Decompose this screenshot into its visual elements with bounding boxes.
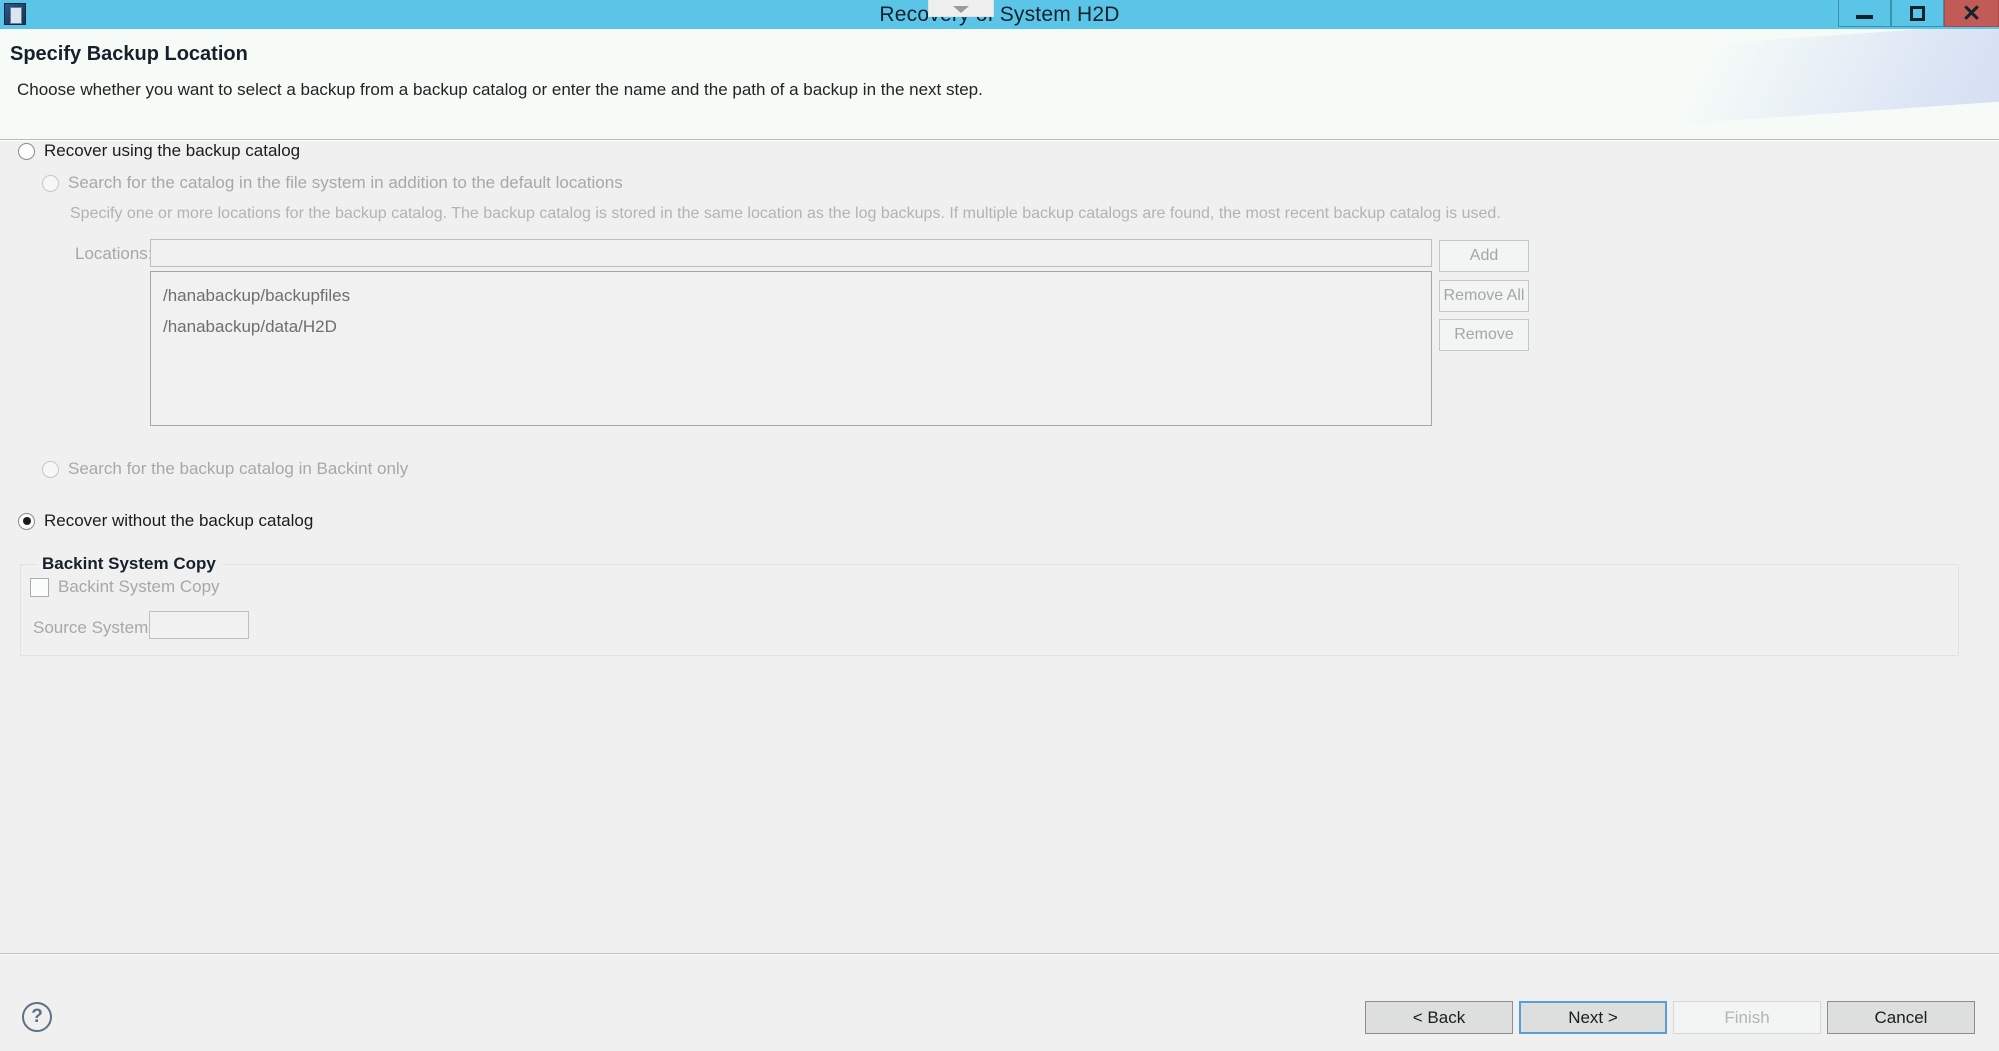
add-location-button[interactable]: Add (1439, 240, 1529, 272)
radio-recover-using-catalog[interactable] (18, 142, 35, 160)
option-recover-using-catalog[interactable]: Recover using the backup catalog (18, 141, 300, 161)
cancel-button[interactable]: Cancel (1827, 1001, 1975, 1034)
wizard-button-bar: < Back Next > Finish Cancel (1365, 1001, 1975, 1034)
radio-search-filesystem[interactable] (42, 174, 59, 192)
page-description: Choose whether you want to select a back… (17, 80, 983, 99)
source-system-label: Source System: (33, 618, 153, 637)
locations-input[interactable] (150, 239, 1432, 267)
wizard-header: Specify Backup Location Choose whether y… (0, 29, 1999, 139)
remove-all-locations-button[interactable]: Remove All (1439, 280, 1529, 312)
option-search-filesystem-label: Search for the catalog in the file syste… (68, 173, 623, 192)
chevron-down-icon (953, 6, 969, 13)
finish-button[interactable]: Finish (1673, 1001, 1821, 1034)
source-system-input[interactable] (149, 611, 249, 639)
radio-search-backint[interactable] (42, 460, 59, 478)
locations-listbox[interactable]: /hanabackup/backupfiles /hanabackup/data… (150, 271, 1432, 426)
minimize-button[interactable] (1838, 0, 1891, 27)
option-recover-without-catalog-label: Recover without the backup catalog (44, 511, 314, 530)
backint-system-copy-checkbox-row[interactable]: Backint System Copy (30, 577, 220, 597)
wizard-body: Recover using the backup catalog Search … (0, 141, 1999, 953)
option-search-filesystem[interactable]: Search for the catalog in the file syste… (42, 173, 623, 193)
option-search-backint[interactable]: Search for the backup catalog in Backint… (42, 459, 408, 479)
radio-recover-without-catalog[interactable] (18, 512, 35, 530)
maximize-icon (1910, 5, 1925, 21)
option-recover-without-catalog[interactable]: Recover without the backup catalog (18, 511, 313, 531)
backint-system-copy-group-title: Backint System Copy (36, 554, 222, 574)
locations-label: Locations: (75, 244, 153, 263)
page-title: Specify Backup Location (10, 43, 248, 65)
remove-location-button[interactable]: Remove (1439, 319, 1529, 351)
backint-system-copy-group: Backint System Copy Backint System Copy … (20, 554, 1959, 656)
title-overlay-popup[interactable] (928, 0, 994, 17)
window-titlebar[interactable]: Recovery of System H2D ✕ (0, 0, 1999, 29)
option-search-backint-label: Search for the backup catalog in Backint… (68, 459, 409, 478)
window-title: Recovery of System H2D (879, 3, 1120, 26)
backint-system-copy-checkbox-label: Backint System Copy (58, 577, 220, 596)
list-item[interactable]: /hanabackup/data/H2D (163, 311, 1431, 342)
search-filesystem-hint: Specify one or more locations for the ba… (70, 205, 1501, 222)
close-button[interactable]: ✕ (1944, 0, 1999, 27)
next-button[interactable]: Next > (1519, 1001, 1667, 1034)
backint-system-copy-checkbox[interactable] (30, 577, 49, 597)
window-controls: ✕ (1838, 0, 1999, 27)
minimize-icon (1856, 15, 1873, 19)
option-recover-using-catalog-label: Recover using the backup catalog (44, 141, 301, 160)
maximize-button[interactable] (1891, 0, 1944, 27)
close-icon: ✕ (1961, 0, 1982, 26)
back-button[interactable]: < Back (1365, 1001, 1513, 1034)
help-icon[interactable]: ? (22, 1002, 52, 1032)
list-item[interactable]: /hanabackup/backupfiles (163, 280, 1431, 311)
